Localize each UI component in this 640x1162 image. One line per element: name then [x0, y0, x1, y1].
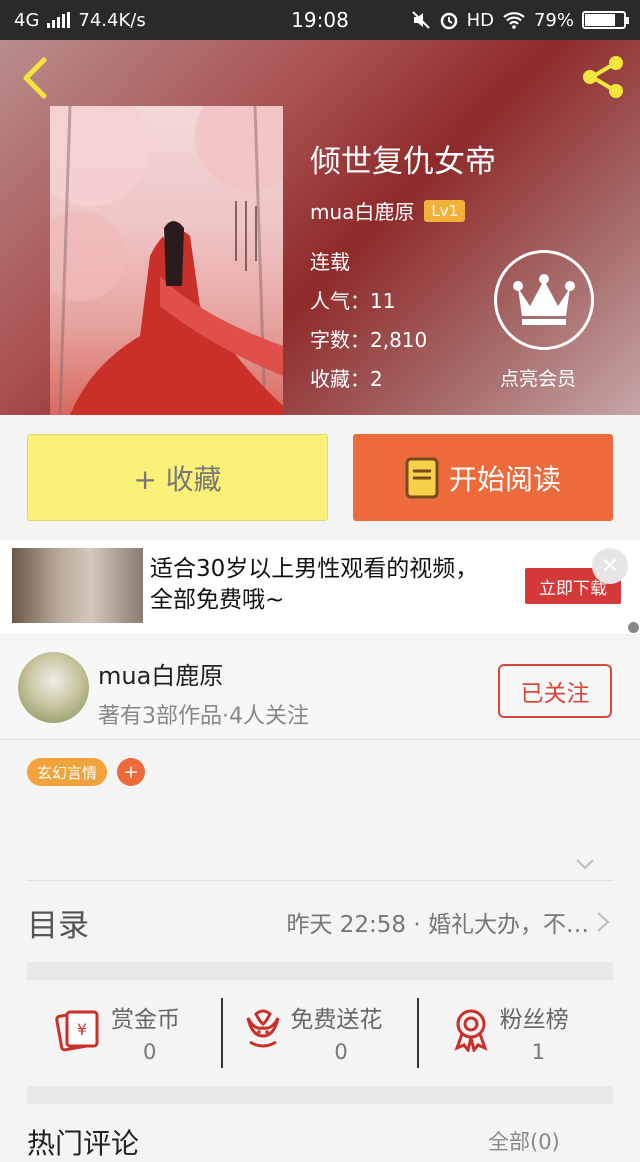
latest-chapter: 昨天 22:58 · 婚礼大办，不… — [286, 912, 589, 938]
book-title: 倾世复仇女帝 — [310, 144, 496, 180]
vip-label: 点亮会员 — [500, 368, 577, 390]
battery-fill — [585, 14, 616, 26]
ad-image — [12, 548, 143, 623]
expand-chevron-icon[interactable] — [574, 853, 596, 875]
start-reading-button[interactable]: 开始阅读 — [353, 434, 613, 521]
vip-button[interactable] — [494, 250, 594, 350]
stat-value: 0 — [334, 1040, 348, 1064]
flower-icon — [246, 1009, 280, 1048]
svg-text:¥: ¥ — [77, 1020, 87, 1039]
ad-line-2: 全部免费哦~ — [150, 587, 285, 613]
stats-row: ¥ 赏金币 0 免费送花 0 粉丝榜 1 — [27, 996, 613, 1072]
author-level-badge: Lv1 — [424, 199, 466, 222]
medal-icon — [454, 1009, 488, 1052]
tag-genre[interactable]: 玄幻言情 — [27, 758, 108, 786]
stat-value: 1 — [531, 1040, 546, 1064]
book-icon — [405, 457, 439, 498]
book-popularity: 人气：11 — [310, 289, 396, 313]
share-icon[interactable] — [578, 52, 628, 102]
stat-name: 粉丝榜 — [499, 1007, 569, 1033]
author-subtitle: 著有3部作品·4人关注 — [98, 704, 309, 729]
stat-free-flowers[interactable]: 免费送花 0 — [222, 996, 417, 1072]
all-comments-link[interactable]: 全部(0) — [488, 1126, 560, 1156]
stat-value: 0 — [143, 1040, 157, 1064]
table-of-contents-row[interactable]: 目录 昨天 22:58 · 婚礼大办，不… — [27, 882, 613, 962]
add-tag-icon[interactable]: + — [117, 758, 146, 786]
stat-name: 免费送花 — [290, 1007, 383, 1033]
stat-divider — [417, 998, 419, 1068]
author-name[interactable]: mua白鹿原 — [98, 656, 223, 691]
battery-icon — [582, 11, 629, 29]
book-status: 连载 — [310, 250, 350, 274]
stat-reward-coins[interactable]: ¥ 赏金币 0 — [27, 996, 222, 1072]
author-card[interactable]: mua白鹿原 著有3部作品·4人关注 已关注 — [0, 640, 640, 740]
start-reading-label: 开始阅读 — [448, 462, 561, 496]
book-word-count: 字数：2,810 — [310, 328, 428, 352]
stat-fan-ranking[interactable]: 粉丝榜 1 — [418, 996, 613, 1072]
cover-illustration — [50, 106, 283, 415]
book-header: 倾世复仇女帝 mua白鹿原 Lv1 连载 人气：11 字数：2,810 收藏：2… — [0, 40, 640, 415]
stat-name: 赏金币 — [111, 1007, 180, 1033]
chevron-right-icon — [597, 912, 610, 932]
follow-button[interactable]: 已关注 — [498, 664, 612, 718]
ad-close-icon[interactable]: ✕ — [592, 548, 628, 584]
tag-list: 玄幻言情 + — [27, 758, 146, 786]
toc-label: 目录 — [27, 907, 89, 944]
book-author[interactable]: mua白鹿原 — [310, 196, 414, 225]
book-cover[interactable] — [50, 106, 283, 415]
crown-icon — [513, 274, 575, 325]
red-envelope-icon: ¥ — [55, 1010, 99, 1052]
section-separator — [27, 1086, 613, 1104]
clock: 19:08 — [291, 8, 349, 32]
author-avatar[interactable] — [18, 652, 89, 723]
hot-comments-title: 热门评论 — [27, 1127, 140, 1160]
status-bar: 4G 74.4K/s 19:08 HD 79% — [0, 0, 640, 40]
stat-divider — [221, 998, 223, 1068]
book-collections: 收藏：2 — [310, 367, 383, 391]
back-arrow-icon[interactable] — [18, 56, 54, 100]
section-separator — [27, 962, 613, 980]
divider — [27, 880, 613, 881]
ad-line-1: 适合30岁以上男性观看的视频， — [150, 556, 479, 582]
ad-banner[interactable]: 适合30岁以上男性观看的视频， 全部免费哦~ 立即下载 ✕ — [0, 540, 640, 634]
add-to-favorites-button[interactable]: + 收藏 — [27, 434, 328, 521]
book-author-line: mua白鹿原 Lv1 — [310, 196, 466, 225]
ad-info-icon[interactable] — [628, 622, 639, 633]
ad-text: 适合30岁以上男性观看的视频， 全部免费哦~ — [150, 554, 478, 616]
